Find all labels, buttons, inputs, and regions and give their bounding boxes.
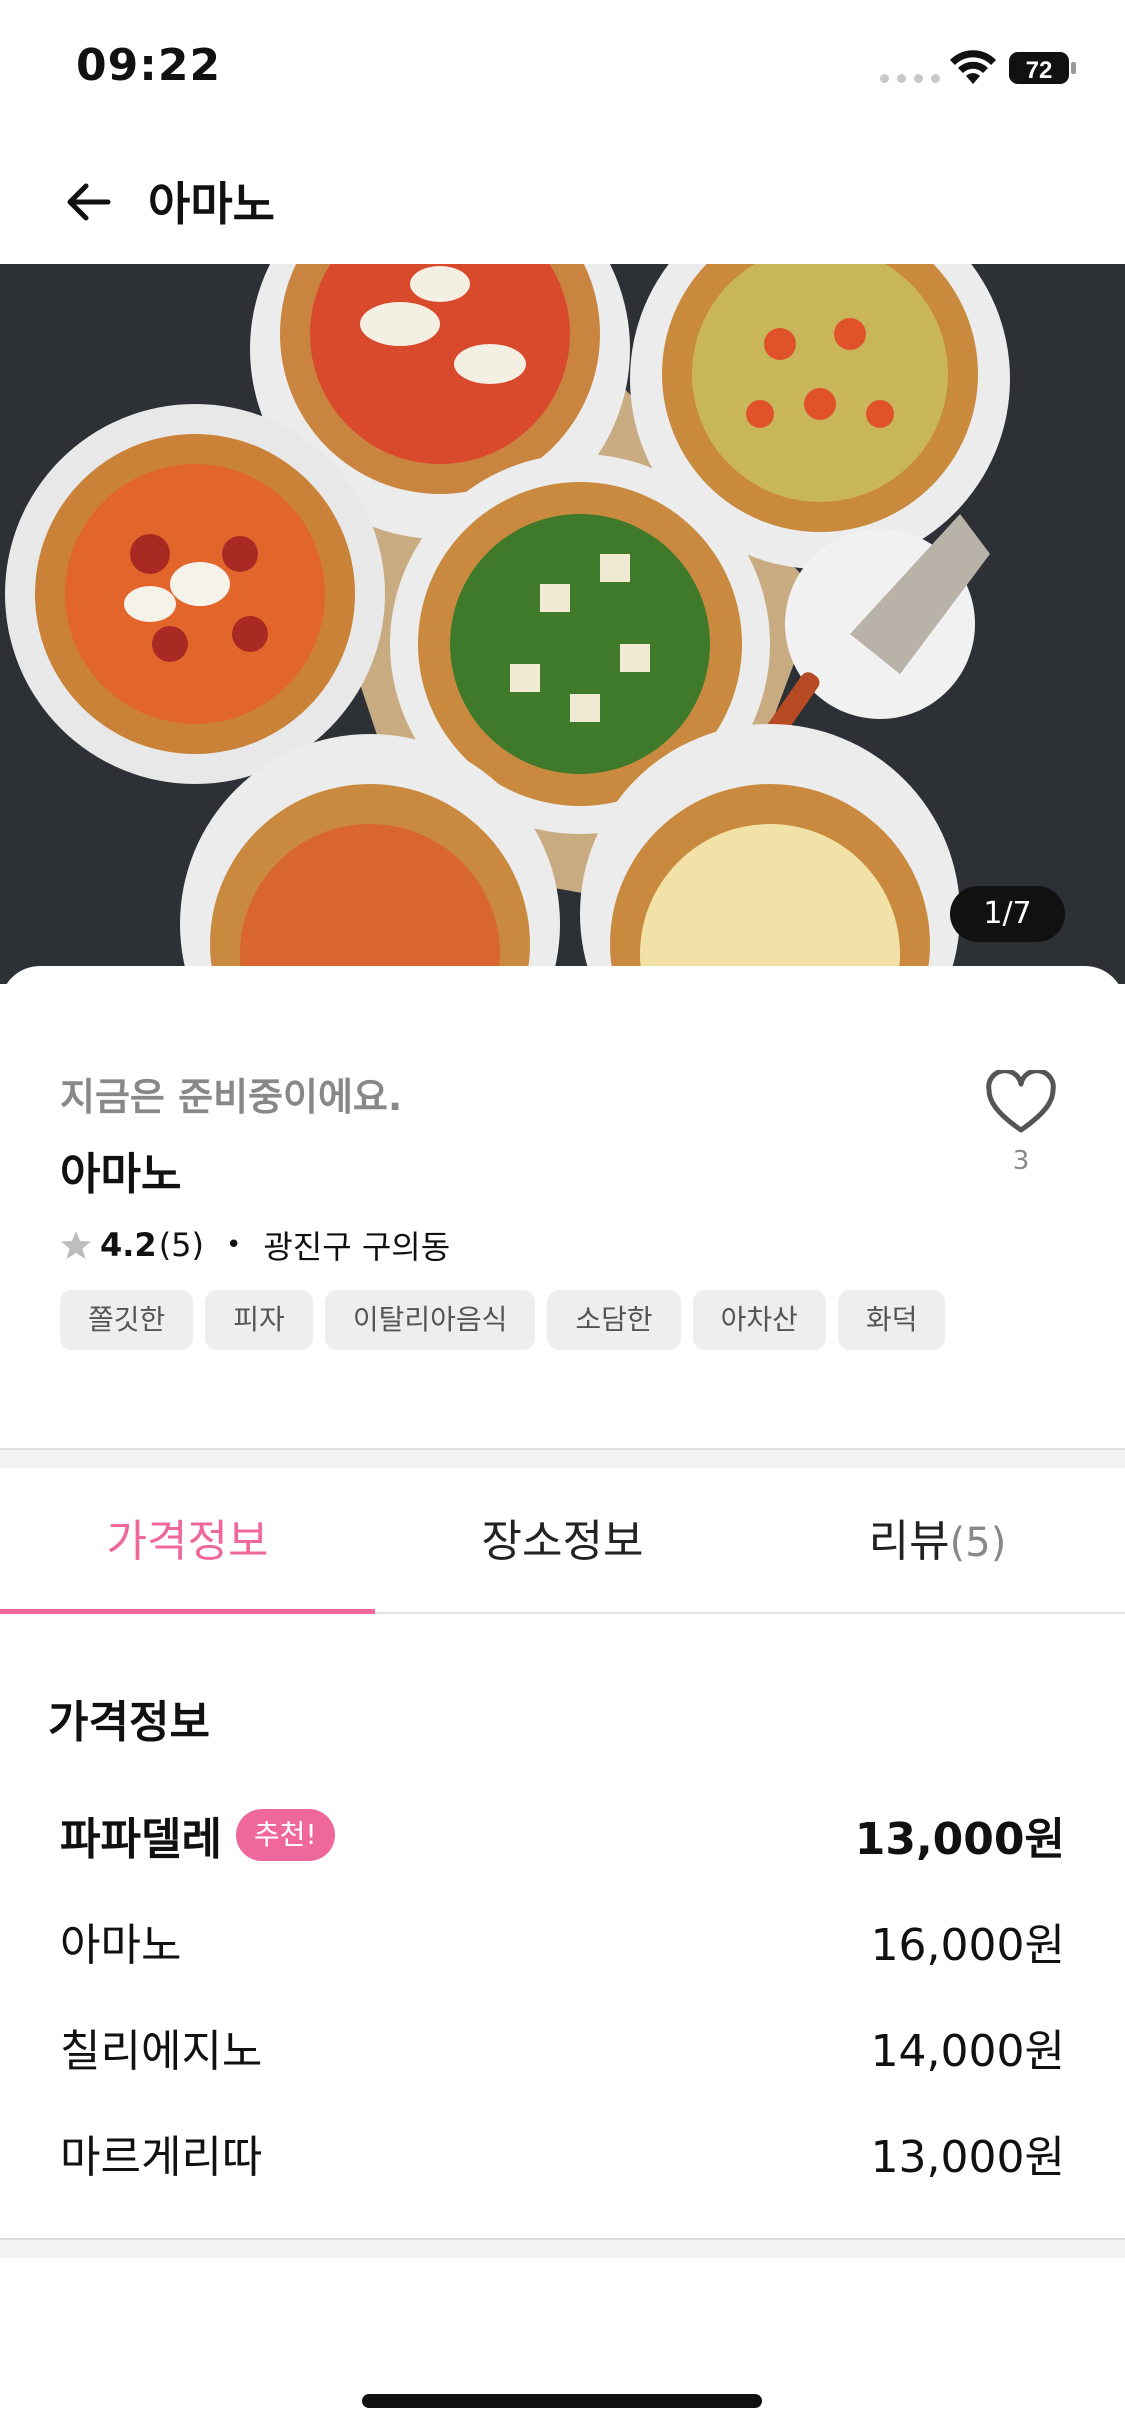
signal-icon	[880, 74, 940, 83]
tag[interactable]: 쫄깃한	[60, 1290, 194, 1350]
image-counter: 1/7	[950, 886, 1065, 942]
tag[interactable]: 아차산	[692, 1290, 826, 1350]
menu-item: 아마노 16,000원	[60, 1888, 1065, 1994]
battery-icon: 72	[1009, 52, 1076, 84]
menu-item-price: 14,000원	[870, 2026, 1065, 2077]
menu-item-price: 13,000원	[854, 1814, 1065, 1865]
like-count: 3	[1012, 1146, 1030, 1176]
menu-list: 파파델레 추천! 13,000원 아마노 16,000원 칠리에지노 14,00…	[60, 1782, 1065, 2206]
location: 광진구 구의동	[263, 1228, 451, 1266]
menu-item-name: 파파델레	[60, 1814, 222, 1865]
svg-text:72: 72	[1026, 57, 1053, 84]
rating-value: 4.2	[100, 1226, 157, 1264]
back-arrow-icon[interactable]	[60, 174, 116, 230]
tag-list: 쫄깃한 피자 이탈리아음식 소담한 아차산 화덕	[60, 1290, 946, 1350]
menu-item: 칠리에지노 14,000원	[60, 1994, 1065, 2100]
section-divider	[0, 1448, 1125, 1468]
menu-item-name: 아마노	[60, 1920, 182, 1971]
store-name: 아마노	[60, 1149, 182, 1200]
heart-icon[interactable]	[985, 1070, 1057, 1136]
wifi-icon	[950, 50, 996, 84]
rating-row: 4.2 (5) • 광진구 구의동	[60, 1222, 450, 1268]
menu-item-price: 13,000원	[870, 2132, 1065, 2183]
store-status-message: 지금은 준비중이에요.	[60, 1075, 403, 1119]
tab-place-info[interactable]: 장소정보	[375, 1470, 750, 1612]
pizza-photo	[0, 264, 1125, 984]
recommend-badge: 추천!	[235, 1809, 335, 1861]
review-count: (5)	[158, 1226, 205, 1264]
star-icon	[61, 1231, 91, 1259]
tab-reviews[interactable]: 리뷰(5)	[750, 1470, 1125, 1612]
status-time: 09:22	[76, 40, 222, 91]
menu-item-name: 마르게리따	[60, 2132, 263, 2183]
top-navigation: 아마노	[0, 150, 1125, 260]
menu-item-price: 16,000원	[870, 1920, 1065, 1971]
menu-item: 파파델레 추천! 13,000원	[60, 1782, 1065, 1888]
hero-image-carousel[interactable]	[0, 264, 1125, 984]
store-info-card: 지금은 준비중이에요. 아마노 3 4.2 (5) • 광진구 구의동 쫄깃한 …	[0, 966, 1125, 1448]
menu-item: 마르게리따 13,000원	[60, 2100, 1065, 2206]
tag[interactable]: 피자	[205, 1290, 313, 1350]
tag[interactable]: 화덕	[837, 1290, 946, 1350]
section-divider	[0, 2238, 1125, 2258]
tag[interactable]: 이탈리아음식	[324, 1290, 536, 1350]
home-indicator[interactable]	[362, 2394, 762, 2408]
status-bar: 09:22 72	[0, 0, 1125, 130]
tab-price-info[interactable]: 가격정보	[0, 1470, 375, 1614]
menu-item-name: 칠리에지노	[60, 2026, 263, 2077]
price-section-heading: 가격정보	[48, 1697, 210, 1748]
tag[interactable]: 소담한	[547, 1290, 681, 1350]
separator-dot: •	[226, 1230, 242, 1260]
tab-bar: 가격정보 장소정보 리뷰(5)	[0, 1470, 1125, 1614]
page-title: 아마노	[148, 177, 275, 231]
